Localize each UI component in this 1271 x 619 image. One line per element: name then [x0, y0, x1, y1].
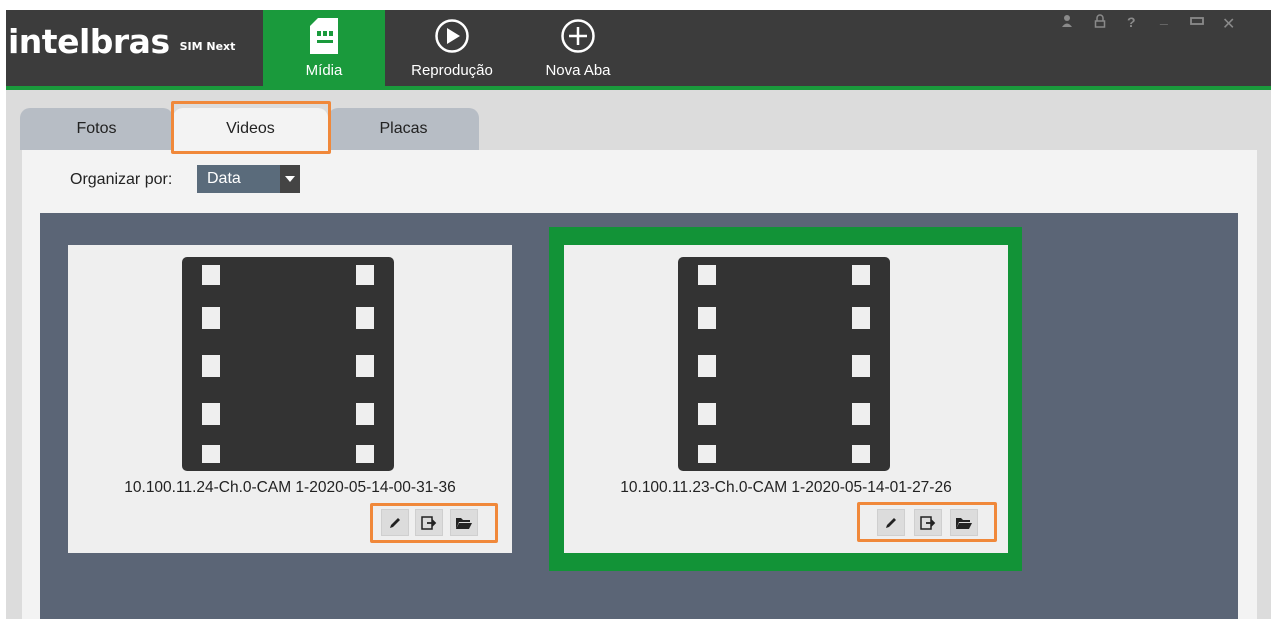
nav-new-tab[interactable]: Nova Aba [528, 10, 628, 86]
video-card[interactable]: 10.100.11.23-Ch.0-CAM 1-2020-05-14-01-27… [564, 245, 1008, 553]
tab-plates[interactable]: Placas [328, 108, 479, 150]
tab-plates-label: Placas [379, 120, 428, 137]
sort-value: Data [197, 165, 280, 193]
folder-icon[interactable] [950, 509, 978, 536]
nav-media-label: Mídia [305, 62, 343, 79]
nav-new-tab-label: Nova Aba [545, 62, 611, 79]
folder-icon[interactable] [450, 509, 478, 536]
nav-playback-label: Reprodução [411, 62, 493, 79]
tab-photos[interactable]: Fotos [20, 108, 173, 150]
film-icon [678, 257, 890, 471]
sort-select[interactable]: Data [197, 165, 300, 193]
maximize-icon[interactable] [1190, 14, 1204, 30]
export-icon[interactable] [914, 509, 942, 536]
brand-name: intelbras [8, 22, 170, 61]
video-filename: 10.100.11.24-Ch.0-CAM 1-2020-05-14-00-31… [124, 479, 456, 496]
brand-logo: intelbras SIM Next [8, 22, 235, 62]
film-icon [182, 257, 394, 471]
tab-videos-highlight [171, 101, 331, 154]
play-circle-icon [434, 18, 470, 54]
video-filename: 10.100.11.23-Ch.0-CAM 1-2020-05-14-01-27… [620, 479, 952, 496]
chevron-down-icon[interactable] [280, 165, 300, 193]
edit-icon[interactable] [381, 509, 409, 536]
help-icon[interactable]: ? [1127, 14, 1136, 30]
nav-playback[interactable]: Reprodução [396, 10, 508, 86]
nav-media[interactable]: Mídia [263, 10, 385, 86]
tab-photos-label: Fotos [76, 120, 117, 137]
export-icon[interactable] [415, 509, 443, 536]
lock-icon[interactable] [1094, 14, 1106, 31]
sort-label: Organizar por: [70, 171, 173, 188]
user-icon[interactable] [1061, 14, 1073, 31]
product-name: SIM Next [179, 40, 236, 53]
edit-icon[interactable] [877, 509, 905, 536]
media-sdcard-icon [310, 18, 338, 54]
close-icon[interactable]: ✕ [1222, 14, 1235, 34]
minimize-icon[interactable]: _ [1160, 10, 1168, 26]
plus-circle-icon [560, 18, 596, 54]
video-card[interactable]: 10.100.11.24-Ch.0-CAM 1-2020-05-14-00-31… [68, 245, 512, 553]
